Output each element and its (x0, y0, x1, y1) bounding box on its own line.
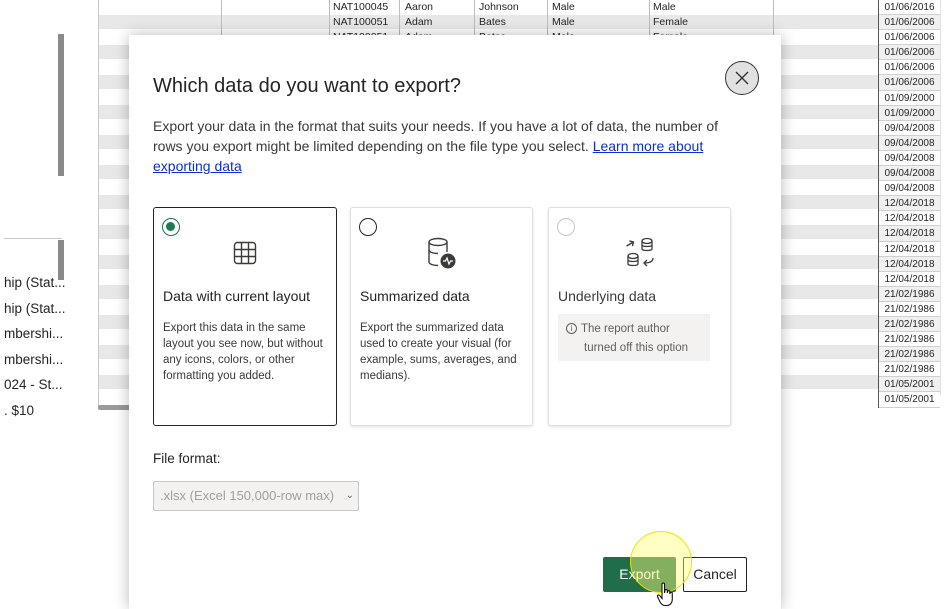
table-vertical-scrollbar[interactable] (940, 0, 945, 395)
date-cell: 21/02/1986 (879, 286, 940, 302)
database-swap-icon (549, 236, 730, 270)
list-item[interactable]: mbershi... (0, 321, 66, 347)
date-cell: 01/06/2016 (879, 0, 940, 16)
cell-col5: Male (653, 1, 676, 13)
date-cell: 12/04/2018 (879, 211, 940, 227)
date-cell: 01/06/2006 (879, 15, 940, 31)
date-cell: 12/04/2018 (879, 242, 940, 257)
database-chart-icon (351, 236, 532, 270)
date-cell: 21/02/1986 (879, 316, 940, 333)
date-cell: 01/09/2000 (879, 91, 940, 106)
divider (4, 238, 62, 239)
cell-gender: Male (552, 16, 575, 28)
date-cell: 09/04/2008 (879, 151, 940, 167)
date-cell: 12/04/2018 (879, 196, 940, 212)
dialog-title: Which data do you want to export? (153, 75, 461, 97)
date-cell: 12/04/2018 (879, 272, 940, 287)
date-cell: 09/04/2008 (879, 181, 940, 197)
cell-id: NAT100045 (333, 1, 389, 13)
option-current-layout[interactable]: Data with current layout Export this dat… (153, 207, 337, 426)
date-cell: 21/02/1986 (879, 347, 940, 363)
radio-underlying (557, 218, 575, 236)
date-cell: 01/09/2000 (879, 105, 940, 121)
date-cell: 12/04/2018 (879, 256, 940, 272)
close-button[interactable] (725, 61, 759, 95)
date-cell: 21/02/1986 (879, 302, 940, 317)
option-summarized[interactable]: Summarized data Export the summarized da… (350, 207, 533, 426)
table-horizontal-scrollbar[interactable] (98, 405, 132, 410)
file-format-label: File format: (153, 451, 221, 466)
date-cell: 09/04/2008 (879, 135, 940, 151)
option-title: Underlying data (558, 288, 657, 304)
list-item[interactable]: mbershi... (0, 347, 66, 373)
option-title: Data with current layout (163, 288, 311, 304)
date-column: 01/06/2016 01/06/2006 01/06/2006 01/06/2006… (878, 0, 940, 408)
date-cell: 01/06/2006 (879, 30, 940, 46)
date-cell: 21/02/1986 (879, 332, 940, 348)
list-item[interactable]: hip (Stat... (0, 296, 66, 322)
note-text-2: turned off this option (584, 342, 688, 354)
left-visual-scrollbar[interactable] (58, 34, 64, 176)
file-format-value: .xlsx (Excel 150,000-row max) (160, 488, 335, 503)
disabled-note: i The report author turned off this optio… (558, 314, 710, 361)
date-cell: 21/02/1986 (879, 362, 940, 378)
cell-last: Bates (479, 16, 506, 28)
list-item[interactable]: hip (Stat... (0, 270, 66, 296)
cell-col5: Female (653, 16, 689, 28)
date-cell: 01/06/2006 (879, 45, 940, 61)
cell-last: Johnson (479, 1, 519, 13)
option-title: Summarized data (360, 288, 470, 304)
option-description: Export the summarized data used to creat… (360, 322, 517, 382)
list-item[interactable]: . $10 (0, 398, 66, 424)
cell-first: Adam (405, 16, 433, 28)
radio-current-layout[interactable] (162, 218, 180, 236)
option-description: Export this data in the same layout you … (163, 322, 323, 382)
table-grid-icon (154, 236, 336, 270)
close-icon (735, 71, 749, 85)
note-text-1: The report author (581, 323, 670, 335)
info-icon: i (566, 323, 577, 334)
dialog-description: Export your data in the format that suit… (153, 116, 743, 176)
date-cell: 12/04/2018 (879, 226, 940, 242)
cancel-button[interactable]: Cancel (683, 557, 747, 592)
export-dialog: Which data do you want to export? Export… (129, 35, 781, 609)
option-underlying: Underlying data i The report author turne… (548, 207, 731, 426)
date-cell: 09/04/2008 (879, 166, 940, 182)
table-row: NAT100051 Adam Bates Male Female (99, 15, 878, 30)
cell-id: NAT100051 (333, 16, 389, 28)
date-cell: 01/05/2001 (879, 377, 940, 393)
file-format-dropdown[interactable]: .xlsx (Excel 150,000-row max) ⌄ (153, 481, 359, 511)
cell-gender: Male (552, 1, 575, 13)
chevron-down-icon: ⌄ (345, 490, 354, 501)
export-button[interactable]: Export (603, 557, 676, 592)
date-cell: 01/06/2006 (879, 60, 940, 76)
radio-summarized[interactable] (359, 218, 377, 236)
date-cell: 01/05/2001 (879, 392, 940, 408)
date-cell: 01/06/2006 (879, 75, 940, 91)
table-row: NAT100045 Aaron Johnson Male Male (99, 0, 878, 15)
left-slicer-list: hip (Stat... hip (Stat... mbershi... mbe… (0, 270, 66, 423)
date-cell: 09/04/2008 (879, 121, 940, 136)
cell-first: Aaron (405, 1, 434, 13)
list-item[interactable]: 024 - St... (0, 372, 66, 398)
